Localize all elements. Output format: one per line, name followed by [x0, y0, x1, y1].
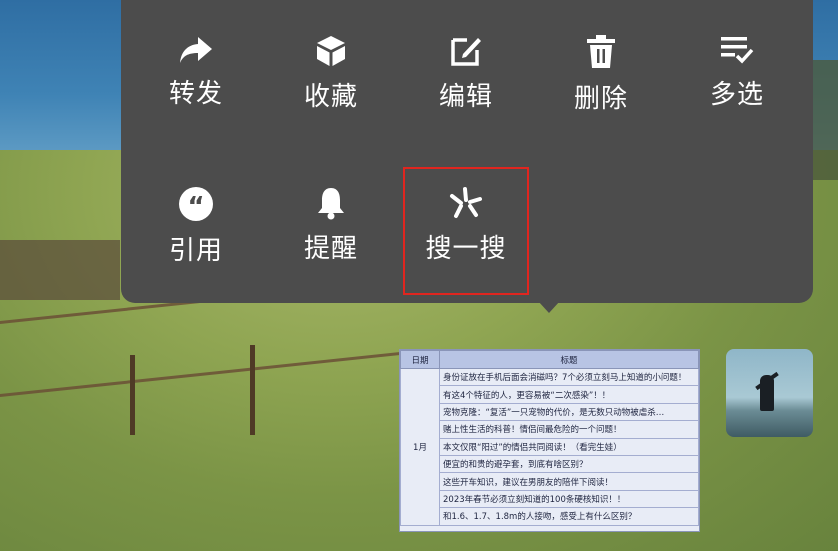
quote-icon: “ [176, 186, 216, 222]
menu-item-label: 多选 [709, 80, 764, 110]
table-row: 这些开车知识，建议在男朋友的陪伴下阅读！ [401, 472, 699, 491]
table-row: 宠物克隆：“复活”一只宠物的代价，是无数只动物被虐杀… [401, 402, 699, 422]
table-header-title: 标题 [439, 350, 699, 369]
article-table: 日期 标题 1月 身份证放在手机后面会消磁吗？7个必须立刻马上知道的小问题！ 有… [400, 350, 699, 526]
menu-item-label: 引用 [168, 236, 223, 266]
menu-item-label: 提醒 [303, 234, 358, 264]
table-date-cell: 1月 [400, 368, 440, 526]
table-cell-title: 赌上性生活的科普！情侣间最危险的一个问题！ [439, 420, 699, 439]
table-header-date: 日期 [400, 350, 440, 369]
menu-item-quote[interactable]: “ 引用 [136, 0, 256, 266]
menu-pointer-arrow [538, 301, 560, 313]
fence-post [130, 355, 135, 435]
avatar-photo-thumbnail[interactable] [726, 349, 813, 437]
table-row: 1月 身份证放在手机后面会消磁吗？7个必须立刻马上知道的小问题！ [400, 367, 699, 526]
table-cell-title: 身份证放在手机后面会消磁吗？7个必须立刻马上知道的小问题！ [439, 367, 699, 387]
search-spark-icon [446, 186, 486, 220]
table-image-message[interactable]: 日期 标题 1月 身份证放在手机后面会消磁吗？7个必须立刻马上知道的小问题！ 有… [399, 349, 700, 532]
menu-item-label: 搜一搜 [425, 234, 507, 264]
table-cell-title: 这些开车知识，建议在男朋友的陪伴下阅读！ [439, 472, 699, 491]
table-row: 赌上性生活的科普！情侣间最危险的一个问题！ [401, 420, 699, 439]
table-cell-title: 有这4个特征的人，更容易被“二次感染”！！ [439, 385, 699, 404]
table-cell-title: 和1.6、1.7、1.8m的人接吻，感受上有什么区别？ [439, 507, 699, 526]
svg-text:“: “ [187, 192, 204, 222]
table-cell-title: 本文仅限“阳过”的情侣共同阅读！（看完生娃） [439, 437, 699, 456]
menu-item-delete[interactable]: 删除 [541, 0, 661, 114]
table-row: 便宜的和贵的避孕套，到底有啥区别？ [401, 454, 699, 474]
table-row: 本文仅限“阳过”的情侣共同阅读！（看完生娃） [401, 437, 699, 456]
multi-select-icon [717, 34, 757, 66]
bell-icon [311, 186, 351, 220]
menu-item-remind[interactable]: 提醒 [271, 0, 391, 264]
table-row: 2023年春节必须立刻知道的100条硬核知识！！ [401, 489, 699, 509]
table-cell-title: 2023年春节必须立刻知道的100条硬核知识！！ [439, 489, 699, 509]
fence-post [250, 345, 255, 435]
thumbnail-figure [760, 375, 774, 411]
menu-item-label: 删除 [573, 84, 628, 114]
background-house [0, 240, 120, 300]
table-row: 有这4个特征的人，更容易被“二次感染”！！ [401, 385, 699, 404]
menu-item-multi-select[interactable]: 多选 [677, 0, 797, 110]
table-cell-title: 宠物克隆：“复活”一只宠物的代价，是无数只动物被虐杀… [439, 402, 699, 422]
menu-item-search[interactable]: 搜一搜 [406, 0, 526, 264]
message-context-menu: 转发 收藏 编辑 删除 多选 “ 引用 提醒 搜一搜 [121, 0, 813, 303]
table-cell-title: 便宜的和贵的避孕套，到底有啥区别？ [439, 454, 699, 474]
table-row: 和1.6、1.7、1.8m的人接吻，感受上有什么区别？ [401, 507, 699, 526]
trash-icon [581, 34, 621, 70]
